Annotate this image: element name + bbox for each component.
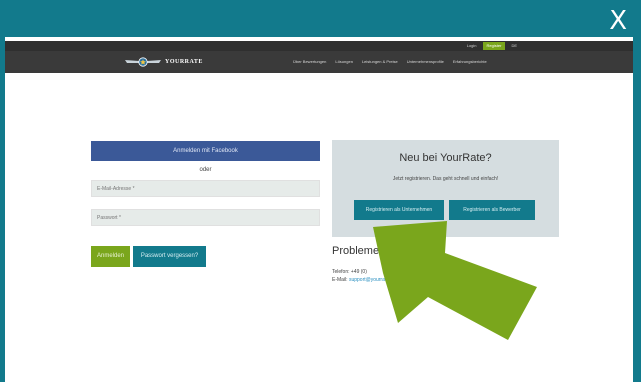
signup-panel: Neu bei YourRate? Jetzt registrieren. Da… [332, 140, 559, 237]
nav-item-testimonials[interactable]: Erfahrungsberichte [453, 59, 487, 65]
signup-subtitle: Jetzt registrieren. Das geht schnell und… [392, 176, 499, 182]
help-phone: Telefon: +49 (0) [332, 269, 367, 275]
forgot-password-button[interactable]: Passwort vergessen? [133, 246, 206, 267]
wings-logo-icon [125, 57, 161, 67]
help-email: E-Mail: support@yourrate.de [332, 277, 396, 283]
email-field[interactable] [91, 180, 320, 197]
help-title: Probleme? [332, 245, 386, 257]
nav-item-pricing[interactable]: Leistungen & Preise [362, 59, 398, 65]
or-separator: oder [199, 167, 212, 173]
nav-menu: Über Bewertungen Lösungen Leistungen & P… [293, 59, 487, 65]
nav-item-company-profiles[interactable]: Unternehmensprofile [407, 59, 444, 65]
nav-item-solutions[interactable]: Lösungen [335, 59, 353, 65]
password-field[interactable] [91, 209, 320, 226]
nav-item-reviews[interactable]: Über Bewertungen [293, 59, 326, 65]
support-email-link[interactable]: support@yourrate.de [349, 277, 396, 283]
top-links: Login Register DE [467, 42, 517, 50]
brand-name: YOURRATE [165, 59, 203, 65]
register-link[interactable]: Register [482, 42, 506, 50]
facebook-login-button[interactable]: Anmelden mit Facebook [91, 141, 320, 161]
close-button[interactable]: X [609, 7, 627, 35]
main-navbar: YOURRATE Über Bewertungen Lösungen Leist… [5, 51, 633, 73]
help-email-label: E-Mail: [332, 277, 349, 283]
title-bar: X [5, 5, 633, 37]
login-button[interactable]: Anmelden [91, 246, 130, 267]
language-link[interactable]: DE [511, 42, 517, 50]
top-bar: Login Register DE [5, 41, 633, 51]
register-applicant-button[interactable]: Registrieren als Bewerber [449, 200, 535, 220]
brand-logo[interactable]: YOURRATE [125, 57, 203, 67]
page-frame: X Login Register DE YOURRATE Über Bewert… [5, 5, 633, 382]
login-link[interactable]: Login [467, 42, 477, 50]
register-company-button[interactable]: Registrieren als Unternehmen [354, 200, 444, 220]
signup-title: Neu bei YourRate? [399, 152, 492, 164]
